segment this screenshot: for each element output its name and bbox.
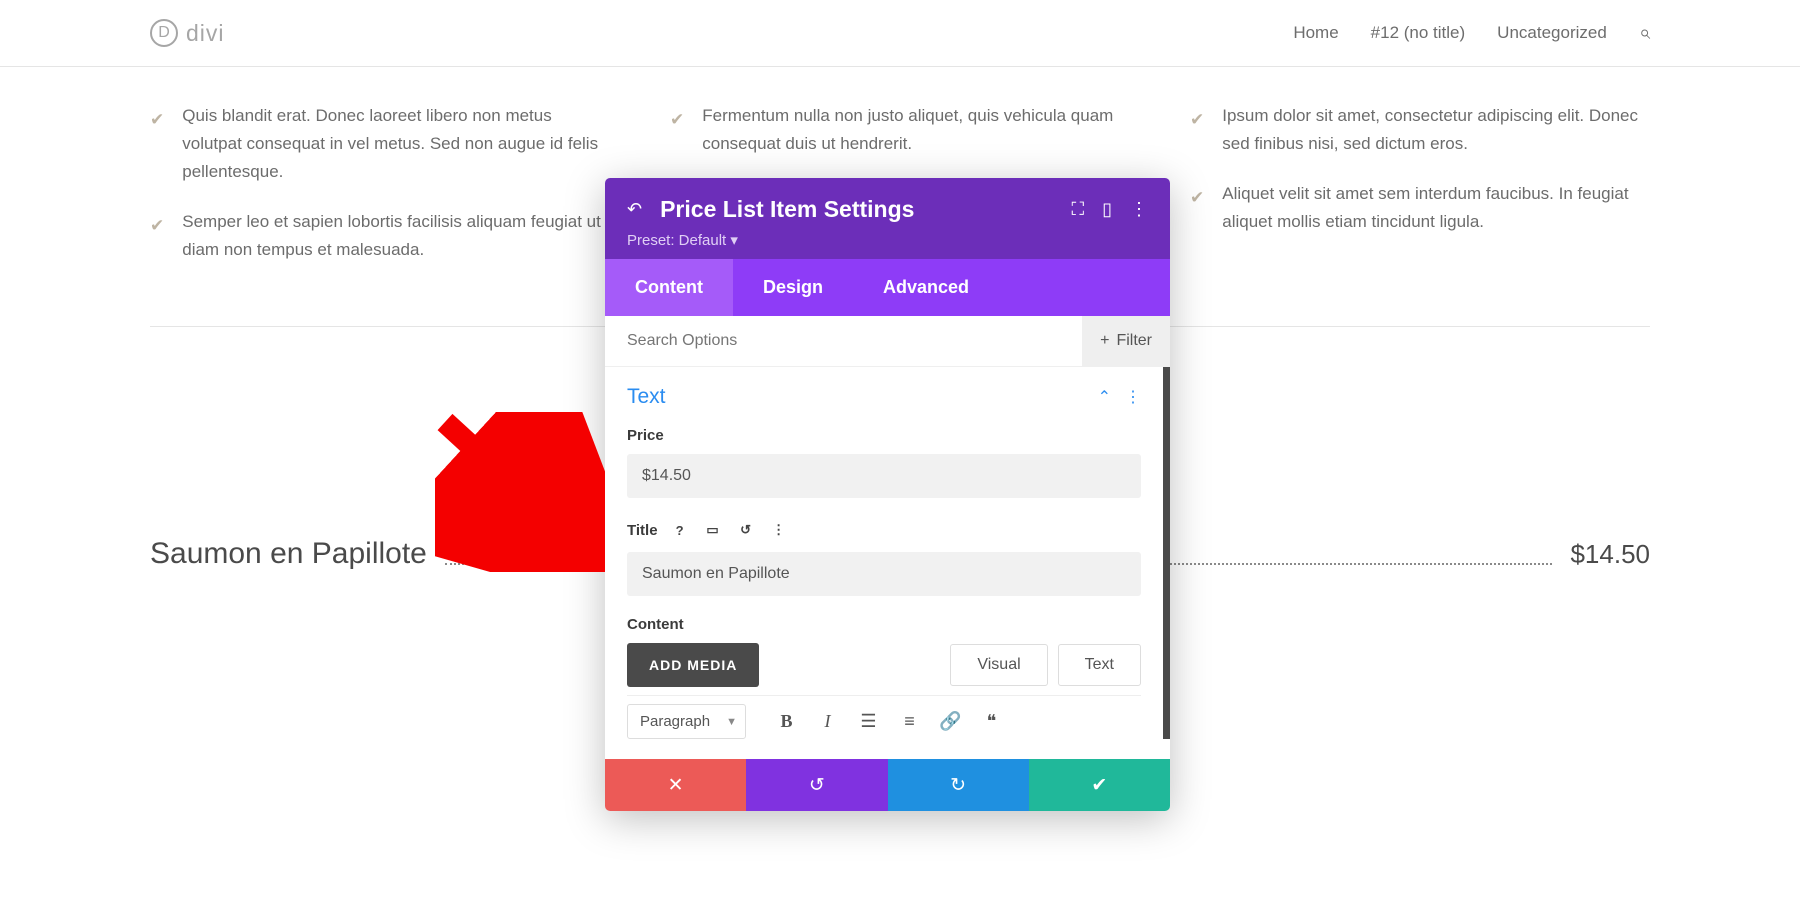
- chevron-down-icon: ▼: [726, 716, 737, 728]
- field-more-icon[interactable]: ⋮: [767, 518, 791, 542]
- list-text: Quis blandit erat. Donec laoreet libero …: [182, 102, 610, 186]
- main-nav: Home #12 (no title) Uncategorized ⌕: [1293, 22, 1650, 45]
- section-header[interactable]: Text ⌃ ⋮: [627, 385, 1141, 409]
- check-icon: ✔: [670, 106, 684, 158]
- title-label: Title: [627, 522, 658, 539]
- check-icon: ✔: [150, 212, 164, 264]
- redo-button[interactable]: ↻: [888, 759, 1029, 811]
- save-button[interactable]: ✔: [1029, 759, 1170, 811]
- content-label: Content: [627, 616, 1141, 633]
- price-item-amount: $14.50: [1570, 539, 1650, 570]
- list-text: Semper leo et sapien lobortis facilisis …: [182, 208, 610, 264]
- tab-design[interactable]: Design: [733, 259, 853, 316]
- tab-advanced[interactable]: Advanced: [853, 259, 999, 316]
- filter-label: Filter: [1116, 332, 1152, 350]
- content-field: Content ADD MEDIA Visual Text Paragraph …: [627, 616, 1141, 739]
- list-item: ✔ Semper leo et sapien lobortis facilisis…: [150, 208, 610, 264]
- chevron-up-icon[interactable]: ⌃: [1098, 387, 1111, 407]
- expand-icon[interactable]: ⛶: [1071, 199, 1084, 220]
- check-icon: ✔: [1190, 184, 1204, 236]
- quote-button[interactable]: ❝: [974, 705, 1009, 739]
- list-item: ✔Quis blandit erat. Donec laoreet libero…: [150, 102, 610, 186]
- panel-title: Price List Item Settings: [660, 196, 1053, 223]
- editor-tab-text[interactable]: Text: [1058, 644, 1141, 686]
- logo-text: divi: [186, 20, 225, 47]
- panel-footer: ✕ ↺ ↻ ✔: [605, 759, 1170, 811]
- editor-toolbar: Paragraph ▼ B I ☰ ≡ 🔗 ❝: [627, 695, 1141, 739]
- italic-button[interactable]: I: [810, 705, 845, 739]
- section-title: Text: [627, 385, 1098, 409]
- list-item: ✔ Aliquet velit sit amet sem interdum fau…: [1190, 180, 1650, 236]
- list-text: Fermentum nulla non justo aliquet, quis …: [702, 102, 1130, 158]
- annotation-arrow: [435, 412, 605, 572]
- filter-button[interactable]: + Filter: [1082, 316, 1170, 366]
- tab-content[interactable]: Content: [605, 259, 733, 316]
- check-icon: ✔: [1190, 106, 1204, 158]
- panel-body: Text ⌃ ⋮ Price Title ? ▭ ↺ ⋮: [605, 367, 1170, 739]
- list-item: ✔ Ipsum dolor sit amet, consectetur adipi…: [1190, 102, 1650, 158]
- link-button[interactable]: 🔗: [933, 705, 968, 739]
- list-text: Ipsum dolor sit amet, consectetur adipis…: [1222, 102, 1650, 158]
- section-more-icon[interactable]: ⋮: [1125, 387, 1141, 407]
- title-input[interactable]: [627, 552, 1141, 596]
- help-icon[interactable]: ?: [668, 518, 692, 542]
- list-item: ✔ Fermentum nulla non justo aliquet, quis…: [670, 102, 1130, 158]
- editor-tab-visual[interactable]: Visual: [950, 644, 1047, 686]
- search-options-input[interactable]: [627, 317, 1082, 365]
- settings-panel: ↶ Price List Item Settings ⛶ ▯ ⋮ Preset:…: [605, 178, 1170, 811]
- close-button[interactable]: ✕: [605, 759, 746, 811]
- price-input[interactable]: [627, 454, 1141, 498]
- panel-search-row: + Filter: [605, 316, 1170, 367]
- panel-tabs: Content Design Advanced: [605, 259, 1170, 316]
- bold-button[interactable]: B: [769, 705, 804, 739]
- site-header: D divi Home #12 (no title) Uncategorized…: [0, 0, 1800, 67]
- title-field: Title ? ▭ ↺ ⋮: [627, 518, 1141, 596]
- snap-icon[interactable]: ▯: [1102, 199, 1112, 220]
- nav-link-12[interactable]: #12 (no title): [1371, 23, 1466, 43]
- add-media-button[interactable]: ADD MEDIA: [627, 643, 759, 687]
- responsive-icon[interactable]: ▭: [701, 518, 725, 542]
- search-icon[interactable]: ⌕: [1639, 22, 1650, 45]
- more-icon[interactable]: ⋮: [1130, 199, 1148, 220]
- back-icon[interactable]: ↶: [627, 199, 642, 220]
- price-item-title: Saumon en Papillote: [150, 537, 427, 571]
- nav-link-uncategorized[interactable]: Uncategorized: [1497, 23, 1607, 43]
- nav-link-home[interactable]: Home: [1293, 23, 1338, 43]
- scrollbar[interactable]: [1163, 367, 1170, 739]
- price-label: Price: [627, 427, 1141, 444]
- site-logo[interactable]: D divi: [150, 19, 225, 47]
- column-3: ✔ Ipsum dolor sit amet, consectetur adipi…: [1190, 102, 1650, 286]
- panel-header[interactable]: ↶ Price List Item Settings ⛶ ▯ ⋮ Preset:…: [605, 178, 1170, 259]
- logo-icon: D: [150, 19, 178, 47]
- column-1: ✔Quis blandit erat. Donec laoreet libero…: [150, 102, 610, 286]
- numbered-list-button[interactable]: ≡: [892, 705, 927, 739]
- reset-icon[interactable]: ↺: [734, 518, 758, 542]
- price-field: Price: [627, 427, 1141, 498]
- bullet-list-button[interactable]: ☰: [851, 705, 886, 739]
- list-text: Aliquet velit sit amet sem interdum fauc…: [1222, 180, 1650, 236]
- preset-selector[interactable]: Preset: Default ▾: [627, 231, 1148, 249]
- undo-button[interactable]: ↺: [746, 759, 887, 811]
- plus-icon: +: [1100, 332, 1109, 350]
- check-icon: ✔: [150, 106, 164, 186]
